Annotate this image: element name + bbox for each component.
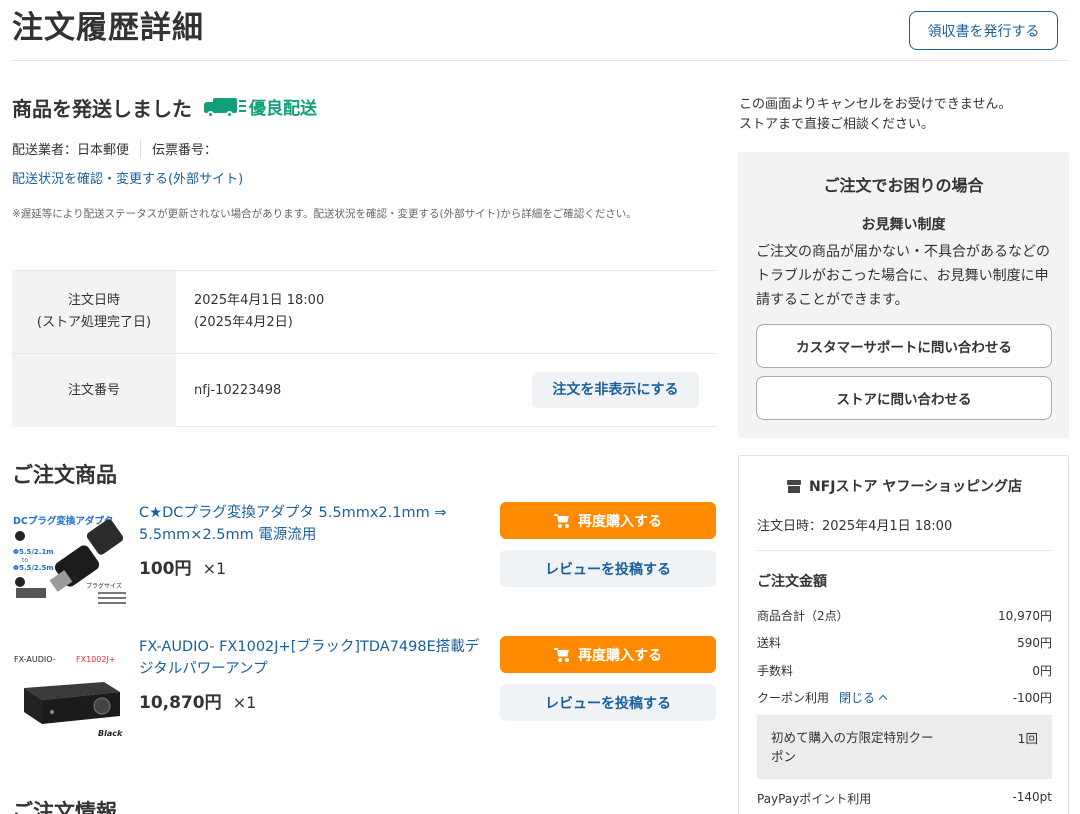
- title-divider: [12, 60, 1068, 61]
- product-price: 100円 ×1: [139, 554, 226, 579]
- delivery-badge-label: 優良配送: [249, 99, 317, 119]
- thumb-color-text: Black: [98, 729, 123, 738]
- product-thumbnail[interactable]: DCプラグ変換アダプタ Φ5.5/2.1m to Φ5.5/2.5m プラグサイ…: [12, 502, 129, 607]
- coupon-detail: 初めて購入の方限定特別クーポン 1回: [757, 715, 1052, 779]
- page-title: 注文履歴詳細: [12, 10, 204, 46]
- order-date-value: 2025年4月1日 18:00 (2025年4月2日): [176, 271, 716, 353]
- amount-title: ご注文金額: [757, 574, 827, 590]
- thumb-brand-text: FX-AUDIO-: [14, 655, 56, 664]
- product-name-link[interactable]: C★DCプラグ変換アダプタ 5.5mmx2.1mm ⇒ 5.5mm×2.5mm …: [139, 502, 489, 546]
- thumb-spec2-text: Φ5.5/2.5m: [13, 564, 54, 572]
- amount-label: 送料: [757, 636, 782, 650]
- coupon-count: 1回: [1017, 731, 1038, 746]
- track-shipment-link[interactable]: 配送状況を確認・変更する(外部サイト): [12, 168, 243, 187]
- chevron-up-icon: [878, 694, 888, 704]
- coupon-toggle-label: 閉じる: [839, 691, 876, 705]
- amount-row-points: PayPayポイント利用 -140pt: [757, 790, 1052, 807]
- amount-row-coupon: クーポン利用 閉じる -100円: [757, 689, 1052, 706]
- amount-row-shipping: 送料 590円: [757, 634, 1052, 651]
- cancel-note: この画面よりキャンセルをお受けできません。 ストアまで直接ご相談ください。: [739, 95, 1011, 135]
- order-number-header: 注文番号: [12, 354, 176, 427]
- post-review-button[interactable]: レビューを投稿する: [500, 550, 716, 587]
- thumb-caption-text: プラグサイズ: [86, 582, 122, 590]
- cancel-note-line: この画面よりキャンセルをお受けできません。: [739, 97, 1012, 112]
- amount-row-fee: 手数料 0円: [757, 662, 1052, 679]
- thumb-spec1-text: Φ5.5/2.1m: [13, 548, 54, 556]
- store-name: NFJストア ヤフーショッピング店: [808, 479, 1023, 495]
- price-value: 100円: [139, 559, 192, 579]
- amount-label: クーポン利用: [757, 691, 830, 705]
- coupon-name: 初めて購入の方限定特別クーポン: [771, 730, 934, 764]
- carrier-divider: [140, 139, 142, 158]
- contact-store-button[interactable]: ストアに問い合わせる: [756, 376, 1052, 420]
- amount-value: 10,970円: [998, 609, 1052, 623]
- cart-icon: [554, 647, 570, 662]
- product-name-link[interactable]: FX-AUDIO- FX1002J+[ブラック]TDA7498E搭載デジタルパワ…: [139, 636, 489, 680]
- rebuy-label: 再度購入する: [578, 647, 662, 664]
- thumb-spec-to-text: to: [22, 557, 28, 564]
- order-date-row: 注文日時 (ストア処理完了日) 2025年4月1日 18:00 (2025年4月…: [12, 271, 716, 354]
- help-subtitle: お見舞い制度: [861, 217, 946, 233]
- product-thumbnail[interactable]: FX-AUDIO- FX1002J+ Black: [12, 636, 129, 741]
- rebuy-button[interactable]: 再度購入する: [500, 502, 716, 539]
- amount-value: -100円: [1012, 691, 1052, 705]
- amount-label: PayPayポイント利用: [757, 792, 872, 806]
- amount-row-subtotal: 商品合計（2点） 10,970円: [757, 607, 1052, 624]
- cancel-note-line: ストアまで直接ご相談ください。: [739, 117, 935, 132]
- processed-date: (2025年4月2日): [194, 315, 293, 330]
- cart-icon: [554, 513, 570, 528]
- help-text: ご注文の商品が届かない・不具合があるなどのトラブルがおこった場合に、お見舞い制度…: [756, 244, 1050, 308]
- truck-icon: [204, 97, 246, 118]
- thumb-title-text: DCプラグ変換アダプタ: [13, 515, 113, 527]
- contact-support-button[interactable]: カスタマーサポートに問い合わせる: [756, 324, 1052, 368]
- post-review-button[interactable]: レビューを投稿する: [500, 684, 716, 721]
- ordered-items-title: ご注文商品: [12, 463, 117, 487]
- carrier-row: 配送業者：日本郵便 伝票番号：: [12, 139, 217, 158]
- store-divider: [757, 550, 1052, 551]
- quantity: ×1: [232, 693, 257, 712]
- thumb-model-text: FX1002J+: [76, 655, 116, 664]
- issue-receipt-button[interactable]: 領収書を発行する: [909, 11, 1058, 50]
- shipping-status: 商品を発送しました: [12, 97, 192, 121]
- rebuy-button[interactable]: 再度購入する: [500, 636, 716, 673]
- amount-label: 手数料: [757, 664, 794, 678]
- shipping-note: ※遅延等により配送ステータスが更新されない場合があります。配送状況を確認・変更す…: [12, 208, 637, 220]
- amount-value: 0円: [1032, 664, 1052, 678]
- order-details-title: ご注文情報: [12, 800, 117, 814]
- order-number-row: 注文番号 nfj-10223498 注文を非表示にする: [12, 354, 716, 427]
- amount-value: 590円: [1017, 636, 1052, 650]
- price-value: 10,870円: [139, 693, 222, 713]
- hide-order-button[interactable]: 注文を非表示にする: [532, 372, 699, 408]
- order-number-cell: nfj-10223498 注文を非表示にする: [176, 354, 716, 427]
- delivery-badge: 優良配送: [204, 94, 317, 119]
- coupon-collapse-toggle[interactable]: 閉じる: [839, 689, 888, 706]
- processed-date-header-label: (ストア処理完了日): [36, 315, 152, 330]
- store-order-date: 注文日時：2025年4月1日 18:00: [757, 519, 953, 534]
- store-name-link[interactable]: NFJストア ヤフーショッピング店: [739, 476, 1070, 496]
- help-title: ご注文でお困りの場合: [823, 176, 984, 195]
- order-info-table: 注文日時 (ストア処理完了日) 2025年4月1日 18:00 (2025年4月…: [12, 270, 716, 427]
- store-icon: [786, 479, 801, 493]
- amount-value: -140pt: [1012, 790, 1052, 804]
- help-panel: ご注文でお困りの場合 お見舞い制度 ご注文の商品が届かない・不具合があるなどのト…: [738, 152, 1069, 438]
- product-price: 10,870円 ×1: [139, 688, 256, 713]
- order-datetime: 2025年4月1日 18:00: [194, 293, 325, 308]
- rebuy-label: 再度購入する: [578, 513, 662, 530]
- order-date-header: 注文日時 (ストア処理完了日): [12, 271, 176, 353]
- amount-label: 商品合計（2点）: [757, 609, 849, 623]
- tracking-number-label: 伝票番号：: [152, 143, 218, 158]
- quantity: ×1: [202, 559, 227, 578]
- order-date-header-label: 注文日時: [67, 293, 120, 308]
- store-summary-panel: NFJストア ヤフーショッピング店 注文日時：2025年4月1日 18:00 ご…: [738, 455, 1069, 814]
- carrier-label: 配送業者：日本郵便: [12, 143, 130, 158]
